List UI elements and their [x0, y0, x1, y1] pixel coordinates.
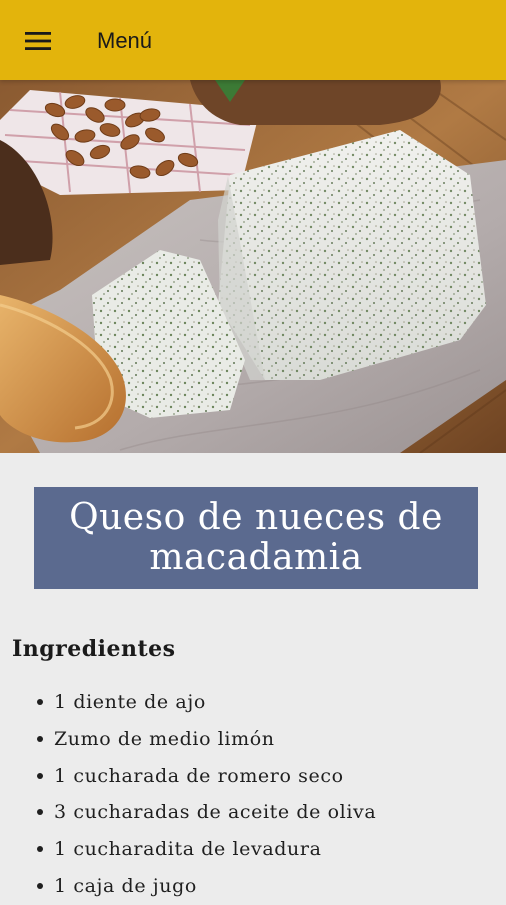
ingredient-item: 3 cucharadas de aceite de oliva	[36, 794, 376, 831]
menu-button[interactable]	[18, 24, 58, 58]
recipe-title: Queso de nueces de macadamia	[34, 487, 478, 589]
recipe-title-line-1: Queso de nueces de	[69, 497, 443, 538]
ingredients-list: 1 diente de ajo Zumo de medio limón 1 cu…	[36, 684, 376, 905]
ingredient-item: 1 diente de ajo	[36, 684, 376, 721]
recipe-photo	[0, 80, 506, 453]
ingredient-item: 1 cucharadita de levadura	[36, 831, 376, 868]
ingredients-heading: Ingredientes	[12, 636, 176, 662]
recipe-title-line-2: macadamia	[149, 537, 363, 578]
ingredient-item: 1 caja de jugo	[36, 868, 376, 905]
hamburger-menu-icon	[25, 32, 51, 50]
ingredient-item: 1 cucharada de romero seco	[36, 758, 376, 795]
app-bar-title: Menú	[97, 28, 153, 53]
ingredient-item: Zumo de medio limón	[36, 721, 376, 758]
app-bar: Menú	[0, 0, 506, 80]
